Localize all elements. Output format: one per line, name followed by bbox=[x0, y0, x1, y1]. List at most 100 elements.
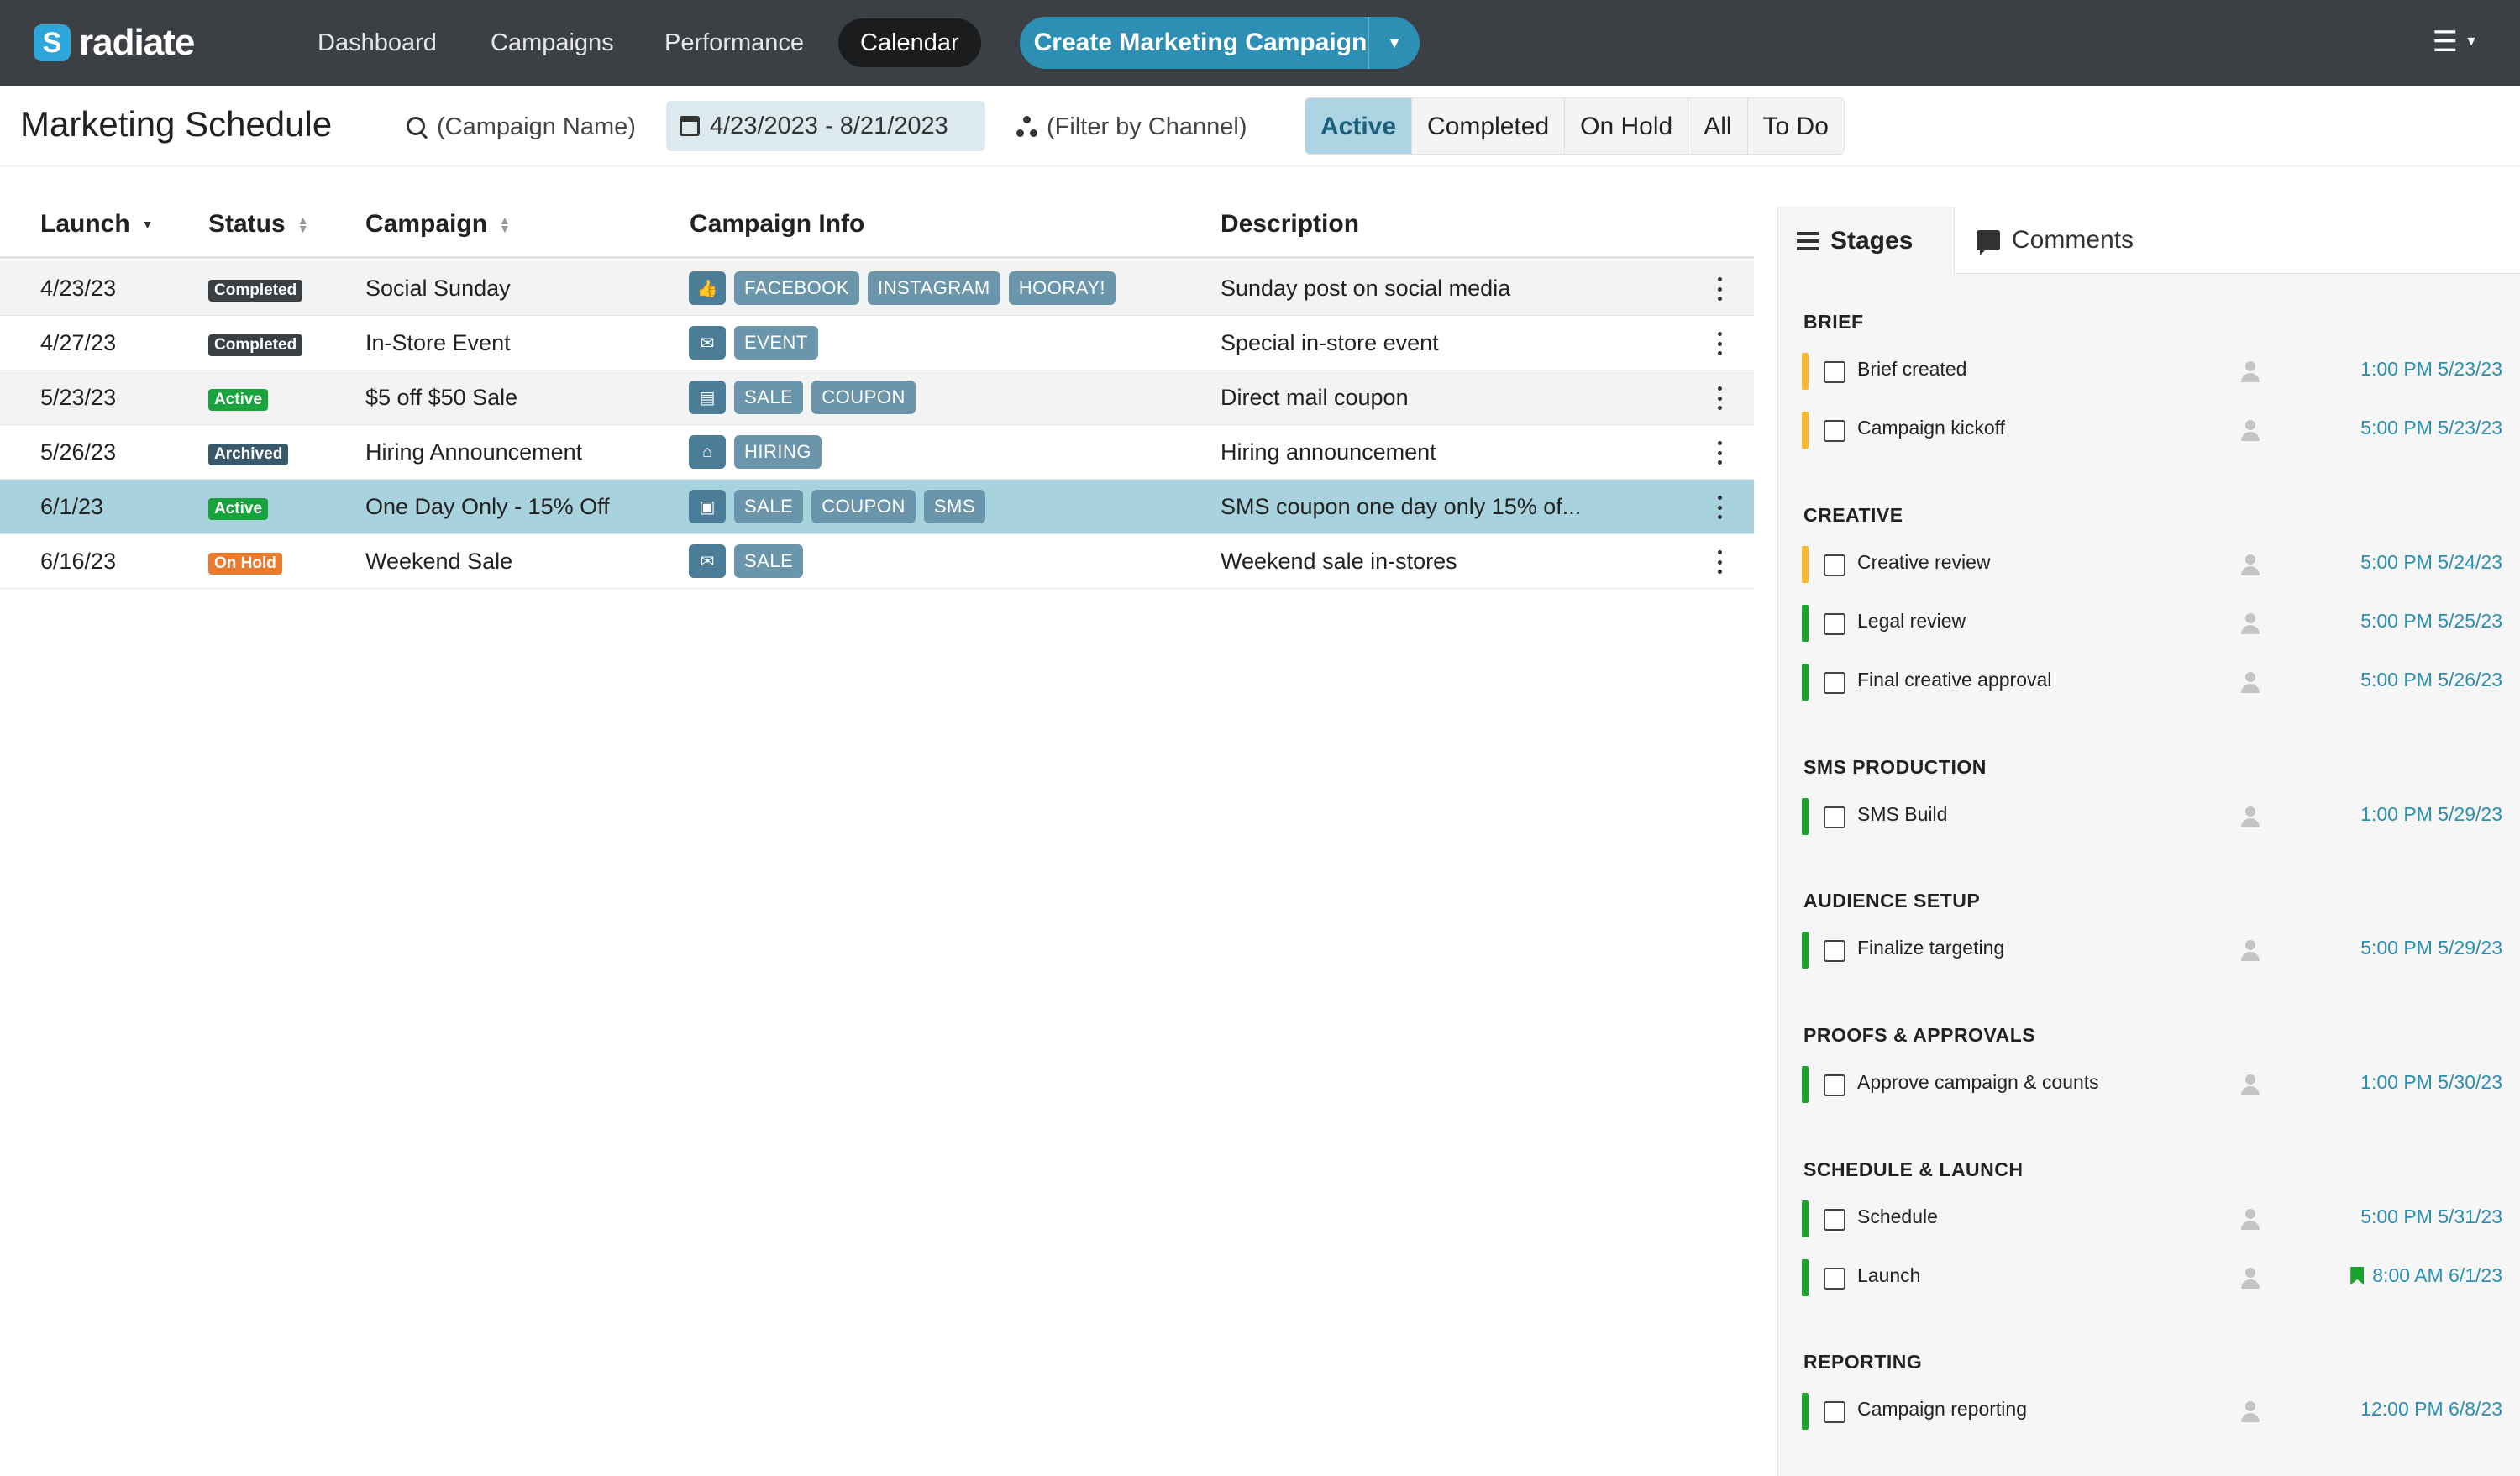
task-due-time[interactable]: 1:00 PM 5/30/23 bbox=[2360, 1071, 2502, 1094]
campaign-name[interactable]: Social Sunday bbox=[365, 261, 511, 316]
table-row[interactable]: 4/27/23 Completed In-Store Event ✉ EVENT Spec… bbox=[0, 316, 1754, 370]
filter-on-hold[interactable]: On Hold bbox=[1565, 98, 1689, 154]
task-due-text: 5:00 PM 5/31/23 bbox=[2360, 1205, 2502, 1227]
user-icon[interactable] bbox=[2239, 1400, 2262, 1423]
status-badge: Active bbox=[208, 389, 269, 411]
launch-date: 5/23/23 bbox=[40, 385, 117, 410]
row-actions-icon[interactable] bbox=[1715, 332, 1724, 355]
task-name: SMS Build bbox=[1857, 803, 1948, 825]
task-due-time[interactable]: 5:00 PM 5/26/23 bbox=[2360, 669, 2502, 691]
row-actions-icon[interactable] bbox=[1715, 496, 1724, 519]
task-due-time[interactable]: 1:00 PM 5/29/23 bbox=[2360, 803, 2502, 826]
user-icon[interactable] bbox=[2239, 553, 2262, 576]
create-campaign-button[interactable]: Create Marketing Campaign ▼ bbox=[1020, 17, 1420, 69]
campaign-description: SMS coupon one day only 15% of... bbox=[1221, 494, 1582, 519]
campaign-name[interactable]: Weekend Sale bbox=[365, 534, 512, 589]
task-name: Campaign reporting bbox=[1857, 1398, 2028, 1420]
task-status-bar bbox=[1802, 1066, 1809, 1103]
header-description: Description bbox=[1221, 210, 1360, 238]
campaign-description: Special in-store event bbox=[1221, 330, 1439, 355]
tab-stages[interactable]: Stages bbox=[1778, 207, 1955, 275]
table-row[interactable]: 6/1/23 Active One Day Only - 15% Off ▣ SALE C… bbox=[0, 480, 1754, 534]
task-checkbox[interactable] bbox=[1824, 672, 1845, 694]
task-due-time[interactable]: 5:00 PM 5/31/23 bbox=[2360, 1205, 2502, 1228]
header-launch[interactable]: Launch ▼ bbox=[40, 210, 154, 239]
campaign-search-input[interactable]: (Campaign Name) bbox=[405, 106, 636, 148]
stage-section-title: CREATIVE bbox=[1803, 504, 1903, 526]
campaign-tag: COUPON bbox=[811, 381, 916, 414]
task-due-time[interactable]: 5:00 PM 5/25/23 bbox=[2360, 610, 2502, 633]
campaign-tag: COUPON bbox=[811, 490, 916, 523]
row-actions-icon[interactable] bbox=[1715, 277, 1724, 301]
table-row[interactable]: 5/23/23 Active $5 off $50 Sale ▤ SALE COUPON D… bbox=[0, 370, 1754, 425]
filter-all[interactable]: All bbox=[1688, 98, 1748, 154]
stage-section-title: PROOFS & APPROVALS bbox=[1803, 1024, 2036, 1046]
row-actions-icon[interactable] bbox=[1715, 550, 1724, 574]
filter-completed[interactable]: Completed bbox=[1412, 98, 1566, 154]
campaign-name[interactable]: One Day Only - 15% Off bbox=[365, 480, 610, 534]
create-campaign-dropdown-icon[interactable]: ▼ bbox=[1368, 17, 1420, 69]
campaign-name[interactable]: In-Store Event bbox=[365, 316, 511, 370]
task-due-text: 1:00 PM 5/29/23 bbox=[2360, 803, 2502, 825]
user-icon[interactable] bbox=[2239, 1266, 2262, 1290]
stage-section-title: REPORTING bbox=[1803, 1351, 1923, 1373]
launch-date: 4/27/23 bbox=[40, 330, 117, 355]
task-checkbox[interactable] bbox=[1824, 1401, 1845, 1423]
nav-campaigns[interactable]: Campaigns bbox=[491, 18, 614, 67]
task-due-text: 5:00 PM 5/24/23 bbox=[2360, 551, 2502, 573]
header-campaign[interactable]: Campaign ▲ ▼ bbox=[365, 210, 511, 239]
task-due-time[interactable]: 1:00 PM 5/23/23 bbox=[2360, 358, 2502, 381]
header-status[interactable]: Status ▲ ▼ bbox=[208, 210, 309, 239]
campaign-name[interactable]: Hiring Announcement bbox=[365, 425, 582, 480]
channel-filter-input[interactable]: (Filter by Channel) bbox=[1016, 106, 1247, 148]
hamburger-menu-button[interactable]: ☰ ▼ bbox=[2433, 25, 2478, 59]
user-icon[interactable] bbox=[2239, 805, 2262, 828]
task-due-time[interactable]: 5:00 PM 5/23/23 bbox=[2360, 417, 2502, 439]
task-checkbox[interactable] bbox=[1824, 1268, 1845, 1290]
filter-active[interactable]: Active bbox=[1305, 98, 1413, 154]
task-name: Brief created bbox=[1857, 358, 1967, 380]
campaign-description: Weekend sale in-stores bbox=[1221, 549, 1457, 574]
nav-performance[interactable]: Performance bbox=[664, 18, 804, 67]
task-checkbox[interactable] bbox=[1824, 806, 1845, 828]
task-checkbox[interactable] bbox=[1824, 420, 1845, 442]
task-status-bar bbox=[1802, 353, 1809, 390]
task-checkbox[interactable] bbox=[1824, 1209, 1845, 1231]
launch-date: 6/1/23 bbox=[40, 494, 104, 519]
task-checkbox[interactable] bbox=[1824, 361, 1845, 383]
user-icon[interactable] bbox=[2239, 418, 2262, 442]
nav-calendar[interactable]: Calendar bbox=[838, 18, 981, 67]
stage-task: Launch 8:00 AM 6/1/23 bbox=[1802, 1259, 2502, 1296]
user-icon[interactable] bbox=[2239, 938, 2262, 962]
table-row[interactable]: 5/26/23 Archived Hiring Announcement ⌂ HIRIN… bbox=[0, 425, 1754, 480]
row-actions-icon[interactable] bbox=[1715, 441, 1724, 465]
task-status-bar bbox=[1802, 1393, 1809, 1430]
tab-comments[interactable]: Comments bbox=[1977, 207, 2134, 274]
user-icon[interactable] bbox=[2239, 1207, 2262, 1231]
task-checkbox[interactable] bbox=[1824, 1074, 1845, 1096]
user-icon[interactable] bbox=[2239, 612, 2262, 635]
task-due-time[interactable]: 8:00 AM 6/1/23 bbox=[2350, 1264, 2502, 1287]
status-badge: On Hold bbox=[208, 553, 282, 575]
task-status-bar bbox=[1802, 412, 1809, 449]
filter-to-do[interactable]: To Do bbox=[1747, 98, 1844, 154]
task-checkbox[interactable] bbox=[1824, 940, 1845, 962]
table-row[interactable]: 4/23/23 Completed Social Sunday 👍 FACEBOOK IN… bbox=[0, 261, 1754, 316]
task-checkbox[interactable] bbox=[1824, 613, 1845, 635]
nav-dashboard[interactable]: Dashboard bbox=[318, 18, 437, 67]
row-actions-icon[interactable] bbox=[1715, 386, 1724, 410]
app-logo[interactable]: S radiate bbox=[34, 22, 195, 64]
task-due-text: 5:00 PM 5/29/23 bbox=[2360, 937, 2502, 959]
task-checkbox[interactable] bbox=[1824, 554, 1845, 576]
table-row[interactable]: 6/16/23 On Hold Weekend Sale ✉ SALE Weekend s… bbox=[0, 534, 1754, 589]
campaign-info: ▤ SALE COUPON bbox=[689, 381, 916, 416]
campaign-name[interactable]: $5 off $50 Sale bbox=[365, 370, 517, 425]
task-due-time[interactable]: 5:00 PM 5/29/23 bbox=[2360, 937, 2502, 959]
user-icon[interactable] bbox=[2239, 670, 2262, 694]
task-due-time[interactable]: 12:00 PM 6/8/23 bbox=[2360, 1398, 2502, 1421]
user-icon[interactable] bbox=[2239, 360, 2262, 383]
date-range-picker[interactable]: 4/23/2023 - 8/21/2023 bbox=[666, 101, 985, 151]
task-due-time[interactable]: 5:00 PM 5/24/23 bbox=[2360, 551, 2502, 574]
task-status-bar bbox=[1802, 1259, 1809, 1296]
user-icon[interactable] bbox=[2239, 1073, 2262, 1096]
